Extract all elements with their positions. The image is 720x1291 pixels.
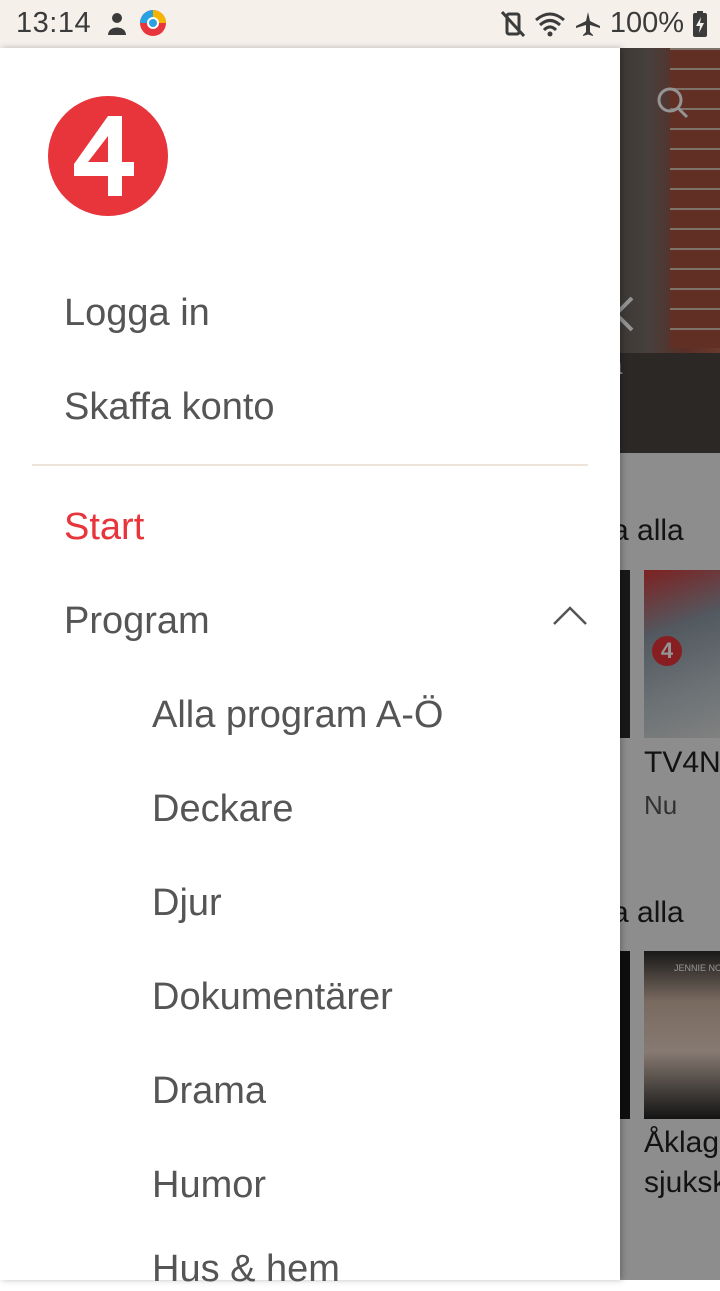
mouse-icon	[108, 13, 126, 35]
nav-subitem[interactable]: Alla program A-Ö	[152, 694, 443, 737]
nav-subitem[interactable]: Hus & hem	[152, 1248, 340, 1291]
chevron-up-icon[interactable]	[552, 604, 588, 626]
create-account-link[interactable]: Skaffa konto	[64, 386, 275, 429]
wifi-icon	[534, 12, 565, 36]
nav-subitem[interactable]: Drama	[152, 1070, 266, 1113]
nav-subitem[interactable]: Dokumentärer	[152, 976, 393, 1019]
nav-item-start[interactable]: Start	[64, 506, 144, 549]
nav-subitem[interactable]: Djur	[152, 882, 222, 925]
divider	[32, 464, 588, 466]
nav-subitem[interactable]: Humor	[152, 1164, 266, 1207]
status-bar: 13:14 100%	[0, 0, 720, 48]
navigation-drawer: Logga in Skaffa konto Start Program Alla…	[0, 48, 620, 1290]
login-link[interactable]: Logga in	[64, 292, 210, 335]
airplane-icon	[575, 11, 600, 36]
tv4-logo-icon[interactable]	[48, 96, 168, 216]
nav-item-program[interactable]: Program	[64, 600, 210, 643]
status-right: 100%	[500, 7, 708, 40]
battery-percent: 100%	[609, 7, 684, 39]
status-time: 13:14	[16, 7, 92, 39]
vibrate-off-icon	[500, 10, 525, 37]
status-left-icons	[104, 8, 168, 38]
chrome-like-app-icon	[140, 10, 166, 36]
nav-subitem[interactable]: Deckare	[152, 788, 294, 831]
battery-charging-icon	[693, 10, 707, 37]
